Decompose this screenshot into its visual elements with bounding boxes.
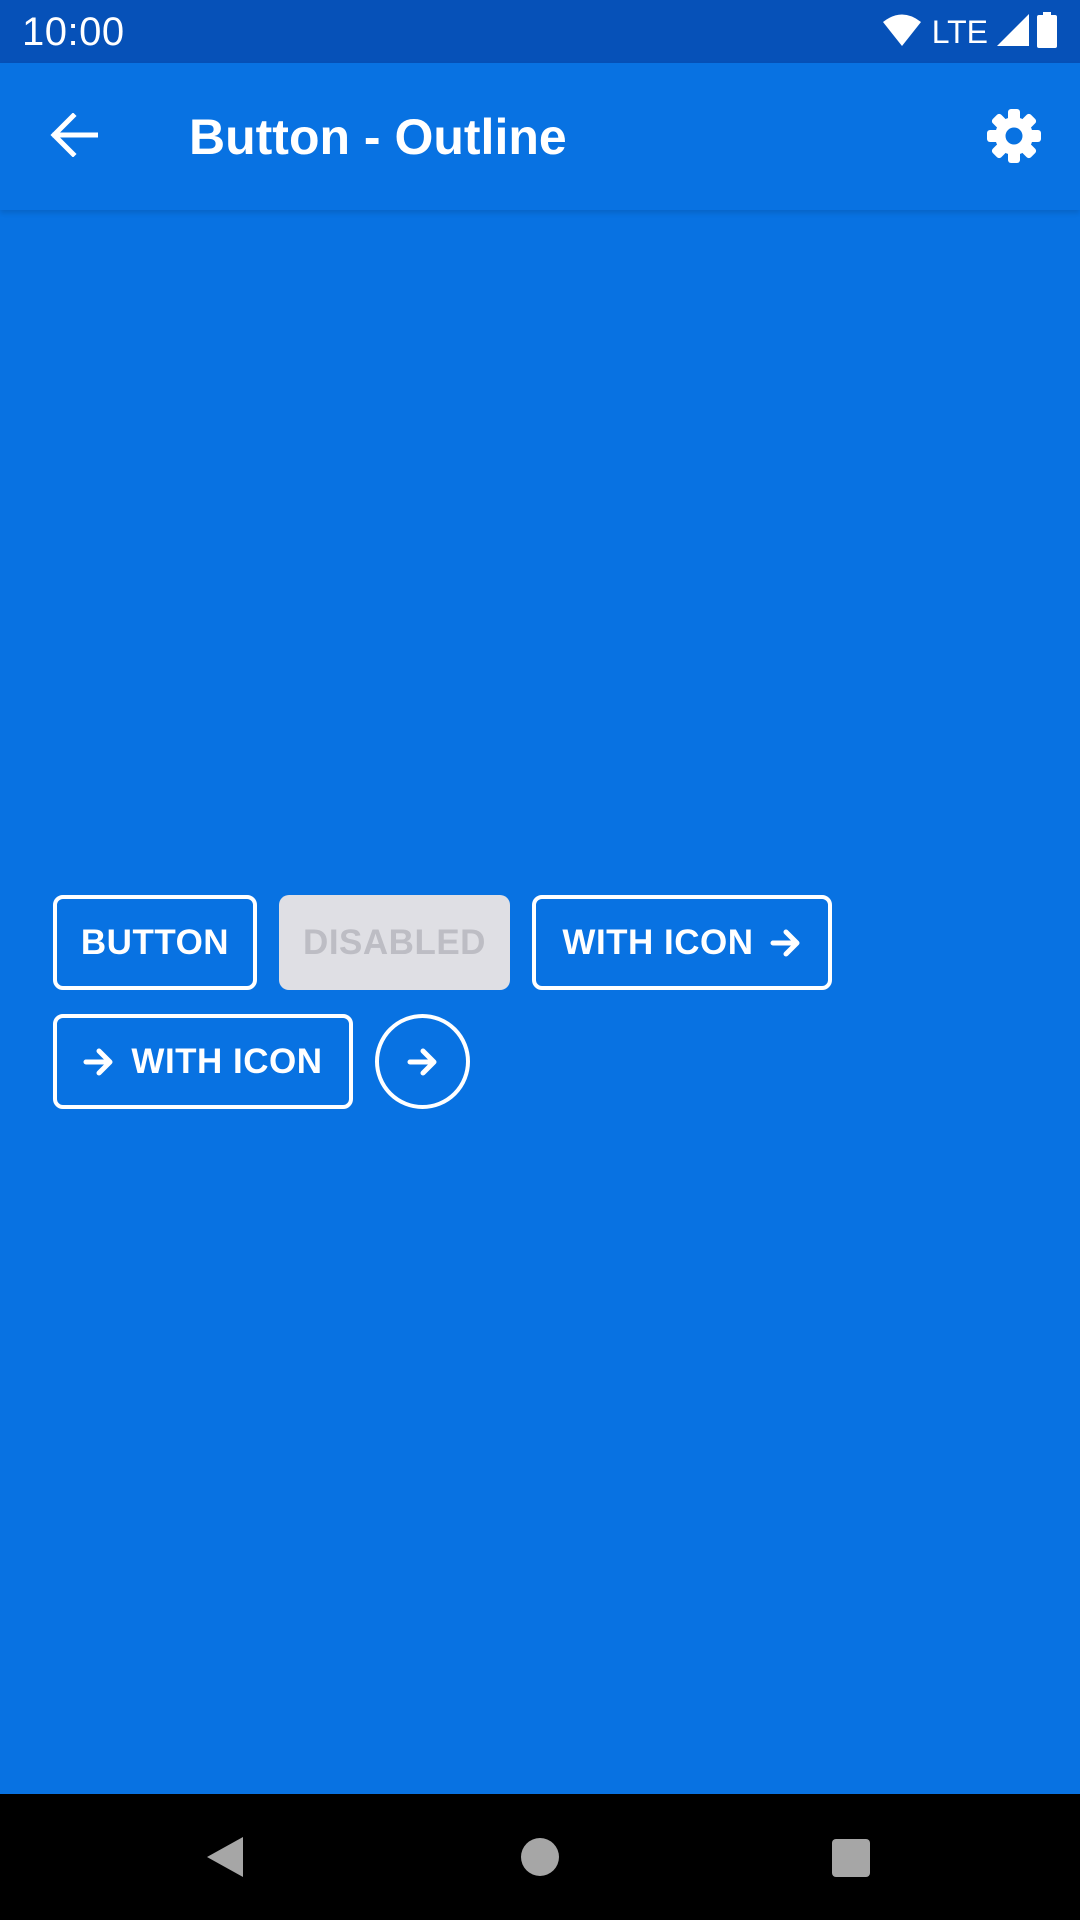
icon-only-button[interactable] <box>375 1014 470 1109</box>
nav-home-icon[interactable] <box>521 1838 559 1876</box>
with-icon-right-button[interactable]: WITH ICON <box>532 895 832 990</box>
nav-recents-icon[interactable] <box>832 1839 870 1877</box>
navigation-bar <box>0 1794 1080 1920</box>
arrow-right-icon <box>770 928 802 958</box>
with-icon-right-label: WITH ICON <box>562 922 754 962</box>
gear-icon <box>986 108 1042 169</box>
page-title: Button - Outline <box>189 109 567 165</box>
arrow-back-icon <box>50 111 99 162</box>
status-time: 10:00 <box>22 10 125 54</box>
settings-button[interactable] <box>972 96 1056 180</box>
arrow-right-icon <box>83 1047 115 1077</box>
button-label: BUTTON <box>80 922 230 962</box>
nav-back-icon[interactable] <box>205 1835 245 1879</box>
outline-button[interactable]: BUTTON <box>53 895 257 990</box>
wifi-icon <box>882 13 922 52</box>
network-type: LTE <box>931 14 988 50</box>
battery-icon <box>1036 11 1058 53</box>
arrow-right-icon <box>407 1047 439 1077</box>
signal-icon <box>996 13 1030 52</box>
disabled-button: DISABLED <box>279 895 510 990</box>
status-bar: 10:00 LTE <box>0 0 1080 63</box>
app-bar: Button - Outline <box>0 63 1080 210</box>
disabled-label: DISABLED <box>303 922 486 962</box>
with-icon-left-label: WITH ICON <box>131 1041 323 1081</box>
back-button[interactable] <box>36 99 112 175</box>
with-icon-left-button[interactable]: WITH ICON <box>53 1014 353 1109</box>
status-icons: LTE <box>882 11 1058 53</box>
